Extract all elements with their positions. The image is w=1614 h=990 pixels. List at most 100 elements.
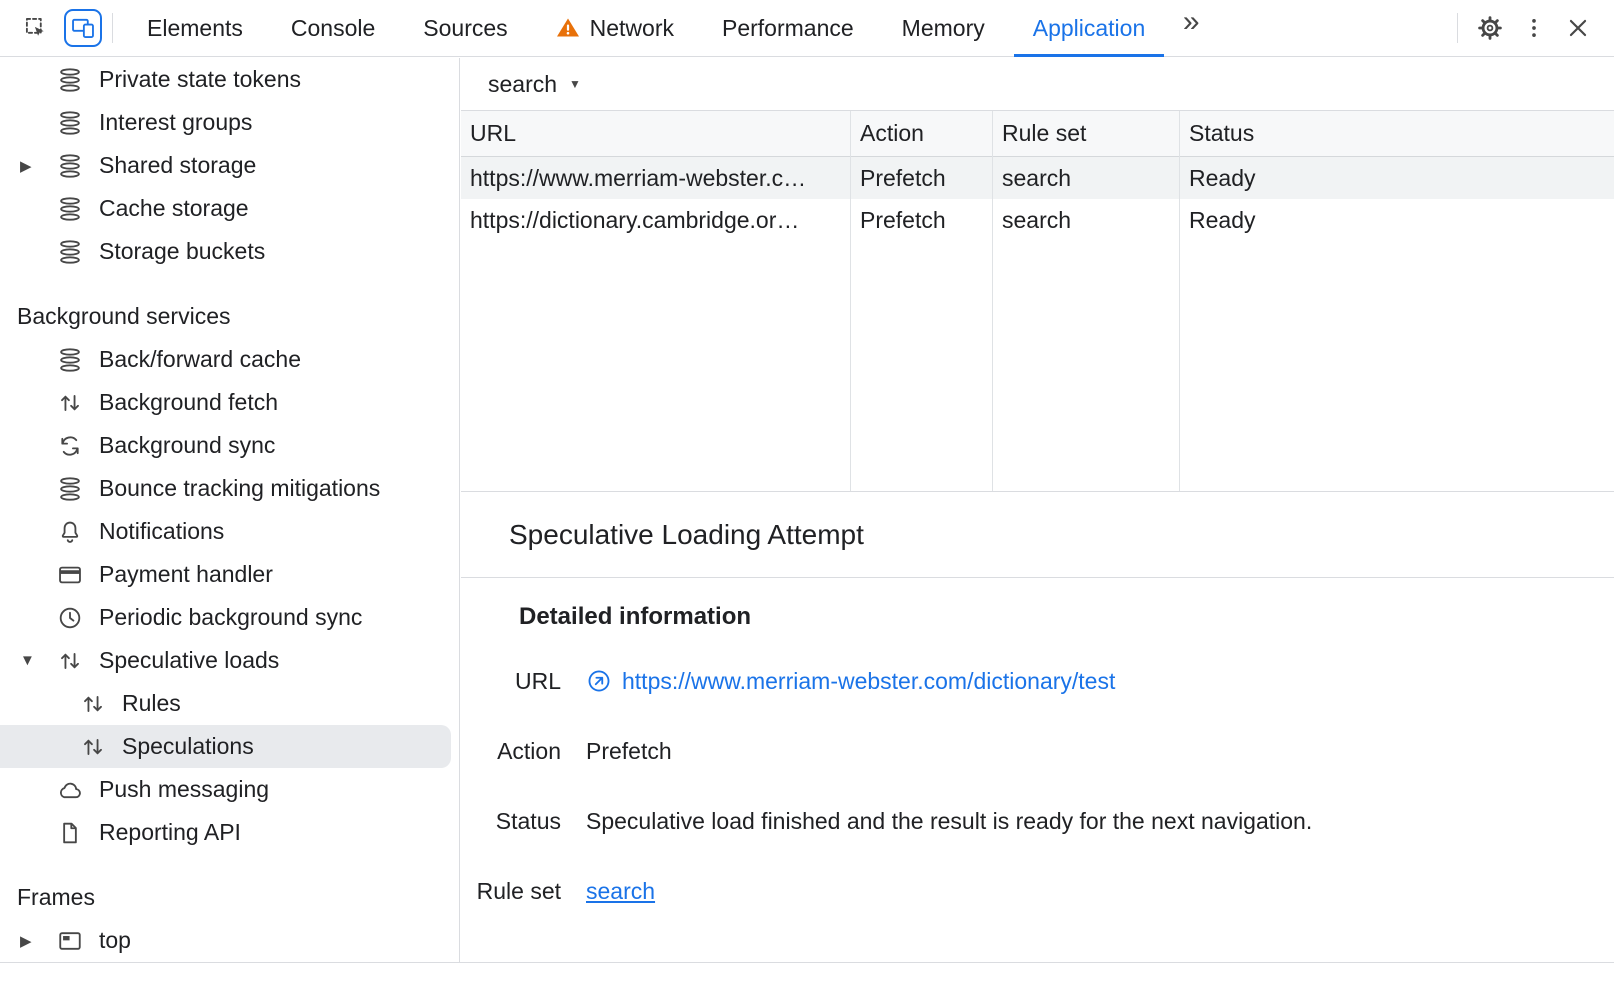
tab-console[interactable]: Console xyxy=(267,0,399,57)
sidebar-item-storage-buckets[interactable]: Storage buckets xyxy=(0,230,459,273)
tab-label: Network xyxy=(590,15,674,42)
application-sidebar: Private state tokens Interest groups ▶ S… xyxy=(0,58,460,962)
sidebar-item-label: Notifications xyxy=(99,518,224,545)
sidebar-item-back-forward-cache[interactable]: Back/forward cache xyxy=(0,338,459,381)
sidebar-item-push-messaging[interactable]: Push messaging xyxy=(0,768,459,811)
sidebar-item-reporting-api[interactable]: Reporting API xyxy=(0,811,459,854)
ruleset-filter-value: search xyxy=(488,71,557,98)
sidebar-section-frames: Frames xyxy=(0,876,459,919)
tab-network[interactable]: Network xyxy=(532,0,698,57)
table-column-rule-set: Rule set search search xyxy=(993,111,1180,491)
tab-label: Sources xyxy=(423,15,507,42)
column-header-action[interactable]: Action xyxy=(851,111,992,157)
close-button[interactable] xyxy=(1556,6,1600,50)
cell-rule-set-row1[interactable]: search xyxy=(993,199,1179,241)
sidebar-item-bounce-tracking-mitigations[interactable]: Bounce tracking mitigations xyxy=(0,467,459,510)
column-header-status[interactable]: Status xyxy=(1180,111,1614,157)
database-icon xyxy=(57,196,83,222)
tab-sources[interactable]: Sources xyxy=(399,0,531,57)
sidebar-section-background-services: Background services xyxy=(0,295,459,338)
sidebar-item-private-state-tokens[interactable]: Private state tokens xyxy=(0,58,459,101)
sidebar-item-periodic-background-sync[interactable]: Periodic background sync xyxy=(0,596,459,639)
sidebar-item-payment-handler[interactable]: Payment handler xyxy=(0,553,459,596)
cloud-icon xyxy=(57,777,83,803)
detail-status-label: Status xyxy=(461,807,561,835)
detail-title-bar: Speculative Loading Attempt xyxy=(461,492,1614,578)
panel-tabs: Elements Console Sources Network Perform… xyxy=(123,0,1213,57)
sidebar-item-speculative-loads[interactable]: ▼ Speculative loads xyxy=(0,639,459,682)
inspect-element-button[interactable] xyxy=(14,6,58,50)
column-header-rule-set[interactable]: Rule set xyxy=(993,111,1179,157)
cell-status-row1[interactable]: Ready xyxy=(1180,199,1614,241)
sidebar-item-speculations[interactable]: Speculations xyxy=(0,725,451,768)
up-down-arrows-icon xyxy=(80,691,106,717)
table-empty-area xyxy=(993,241,1179,491)
tab-elements[interactable]: Elements xyxy=(123,0,267,57)
table-column-url: URL https://www.merriam-webster.c… https… xyxy=(461,111,851,491)
sidebar-item-top-frame[interactable]: ▶ top xyxy=(0,919,459,962)
speculations-filter-bar: search ▼ xyxy=(461,58,1614,110)
section-header-label: Frames xyxy=(17,884,95,911)
sidebar-item-label: Private state tokens xyxy=(99,66,301,93)
more-tabs-button[interactable]: » xyxy=(1169,0,1213,44)
sidebar-item-background-sync[interactable]: Background sync xyxy=(0,424,459,467)
column-header-url[interactable]: URL xyxy=(461,111,850,157)
sidebar-item-label: Speculations xyxy=(122,733,254,760)
device-toolbar-button[interactable] xyxy=(64,9,102,47)
more-tabs-icon: » xyxy=(1183,7,1200,37)
sidebar-item-rules[interactable]: Rules xyxy=(0,682,459,725)
up-down-arrows-icon xyxy=(57,648,83,674)
bottom-strip xyxy=(0,962,1614,990)
device-toolbar-icon xyxy=(70,15,96,41)
tab-performance[interactable]: Performance xyxy=(698,0,878,57)
sidebar-item-background-fetch[interactable]: Background fetch xyxy=(0,381,459,424)
chevron-collapsed-icon[interactable]: ▶ xyxy=(20,932,57,950)
detail-title: Speculative Loading Attempt xyxy=(509,519,864,551)
rule-set-link[interactable]: search xyxy=(586,878,655,904)
detail-action-value: Prefetch xyxy=(586,737,1614,765)
tab-application[interactable]: Application xyxy=(1009,0,1170,57)
three-dot-menu-icon xyxy=(1521,15,1547,41)
sidebar-item-label: Reporting API xyxy=(99,819,241,846)
cell-status-row0[interactable]: Ready xyxy=(1180,157,1614,199)
tab-memory[interactable]: Memory xyxy=(878,0,1009,57)
detail-url-label: URL xyxy=(461,667,561,695)
menu-button[interactable] xyxy=(1512,6,1556,50)
speculation-url-link[interactable]: https://www.merriam-webster.com/dictiona… xyxy=(622,667,1115,695)
table-empty-area xyxy=(851,241,992,491)
payment-card-icon xyxy=(57,562,83,588)
gear-icon xyxy=(1477,15,1503,41)
sidebar-item-notifications[interactable]: Notifications xyxy=(0,510,459,553)
sidebar-item-label: Speculative loads xyxy=(99,647,279,674)
tab-label: Elements xyxy=(147,15,243,42)
section-header-label: Background services xyxy=(17,303,231,330)
caret-down-icon: ▼ xyxy=(569,77,581,91)
tab-label: Memory xyxy=(902,15,985,42)
cell-action-row0[interactable]: Prefetch xyxy=(851,157,992,199)
sidebar-item-interest-groups[interactable]: Interest groups xyxy=(0,101,459,144)
chevron-expanded-icon[interactable]: ▼ xyxy=(20,652,57,669)
database-icon xyxy=(57,239,83,265)
sidebar-item-label: Push messaging xyxy=(99,776,269,803)
detail-url-value: https://www.merriam-webster.com/dictiona… xyxy=(586,667,1614,695)
sidebar-item-shared-storage[interactable]: ▶ Shared storage xyxy=(0,144,459,187)
settings-button[interactable] xyxy=(1468,6,1512,50)
sidebar-item-label: Interest groups xyxy=(99,109,252,136)
chevron-collapsed-icon[interactable]: ▶ xyxy=(20,157,57,175)
warning-icon xyxy=(556,16,580,40)
tab-label: Performance xyxy=(722,15,854,42)
cell-url-row0[interactable]: https://www.merriam-webster.c… xyxy=(461,157,850,199)
cell-action-row1[interactable]: Prefetch xyxy=(851,199,992,241)
sidebar-item-label: top xyxy=(99,927,131,954)
database-icon xyxy=(57,347,83,373)
sidebar-item-label: Background fetch xyxy=(99,389,278,416)
open-url-icon[interactable] xyxy=(586,668,612,694)
detail-status-value: Speculative load finished and the result… xyxy=(586,807,1614,835)
table-column-status: Status Ready Ready xyxy=(1180,111,1614,491)
cell-url-row1[interactable]: https://dictionary.cambridge.or… xyxy=(461,199,850,241)
cell-rule-set-row0[interactable]: search xyxy=(993,157,1179,199)
ruleset-filter-dropdown[interactable]: search ▼ xyxy=(488,71,581,98)
up-down-arrows-icon xyxy=(80,734,106,760)
sidebar-item-cache-storage[interactable]: Cache storage xyxy=(0,187,459,230)
detail-rule-set-label: Rule set xyxy=(461,877,561,905)
